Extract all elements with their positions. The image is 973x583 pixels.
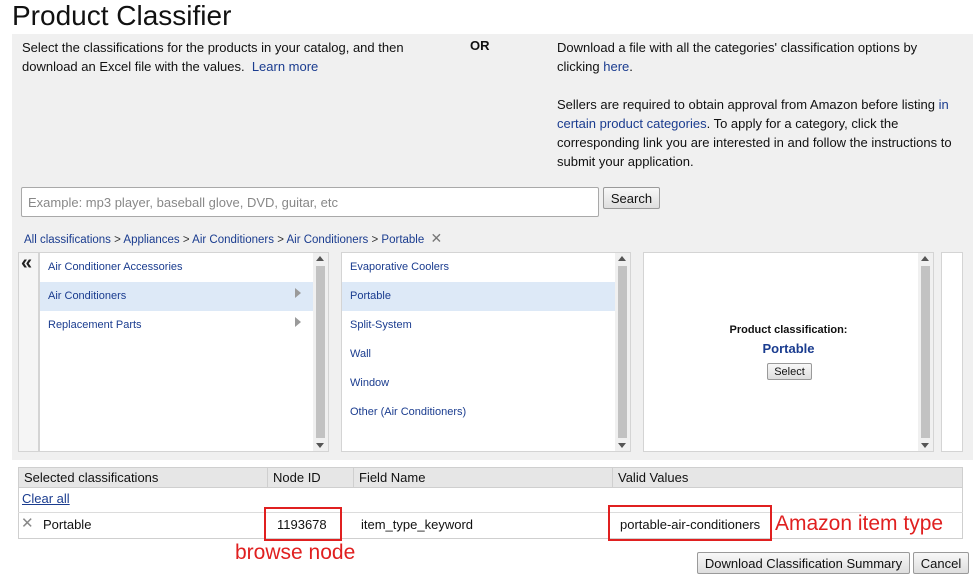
scroll-up-icon[interactable]: [618, 256, 626, 261]
scroll-up-icon[interactable]: [921, 256, 929, 261]
list-item-label: Air Conditioners: [48, 290, 127, 302]
expand-arrow-icon: [295, 317, 301, 327]
breadcrumb-separator: >: [277, 234, 284, 246]
select-button[interactable]: Select: [767, 363, 812, 380]
breadcrumb-portable[interactable]: Portable: [381, 234, 424, 246]
remove-row-icon[interactable]: ✕: [21, 514, 34, 532]
next-column: [941, 252, 963, 452]
approval-instructions: Sellers are required to obtain approval …: [557, 97, 935, 112]
breadcrumb-separator: >: [182, 234, 190, 246]
search-button[interactable]: Search: [603, 187, 660, 209]
cell-field-name: item_type_keyword: [361, 517, 473, 532]
list-item-replacement-parts[interactable]: Replacement Parts: [40, 311, 315, 340]
scroll-down-icon[interactable]: [921, 443, 929, 448]
intro-instructions: Select the classifications for the produ…: [22, 40, 404, 74]
list-item-other-air-conditioners[interactable]: Other (Air Conditioners): [342, 398, 617, 427]
list-item-label: Portable: [350, 290, 391, 302]
scroll-up-icon[interactable]: [316, 256, 324, 261]
double-chevron-left-icon[interactable]: «: [21, 251, 32, 275]
list-item-window[interactable]: Window: [342, 369, 617, 398]
breadcrumb-air-conditioners-sub[interactable]: Air Conditioners: [286, 234, 368, 246]
download-instructions-end: .: [629, 59, 633, 74]
breadcrumb: All classifications > Appliances > Air C…: [24, 229, 442, 249]
category-column-2: Evaporative Coolers Portable Split-Syste…: [341, 252, 631, 452]
breadcrumb-remove-icon[interactable]: ✕: [430, 230, 442, 246]
list-item-split-system[interactable]: Split-System: [342, 311, 617, 340]
list-item-wall[interactable]: Wall: [342, 340, 617, 369]
scrollbar-thumb[interactable]: [316, 266, 325, 438]
breadcrumb-separator: >: [371, 234, 379, 246]
list-item-label: Window: [350, 377, 390, 389]
download-classification-summary-button[interactable]: Download Classification Summary: [697, 552, 910, 574]
search-input[interactable]: [21, 187, 599, 217]
intro-left-text: Select the classifications for the produ…: [22, 38, 442, 76]
header-field-name: Field Name: [354, 468, 613, 488]
browse-node-annotation: browse node: [235, 541, 356, 564]
list-item-label: Replacement Parts: [48, 319, 142, 331]
expand-arrow-icon: [295, 288, 301, 298]
scroll-down-icon[interactable]: [316, 443, 324, 448]
approval-text: Sellers are required to obtain approval …: [557, 95, 957, 171]
product-classification-label: Product classification:: [729, 324, 848, 336]
scrollbar-thumb[interactable]: [618, 266, 627, 438]
category-column-1: Air Conditioner Accessories Air Conditio…: [39, 252, 329, 452]
list-item-air-conditioners[interactable]: Air Conditioners: [40, 282, 315, 311]
breadcrumb-air-conditioners[interactable]: Air Conditioners: [192, 234, 274, 246]
list-item-label: Other (Air Conditioners): [350, 406, 467, 418]
or-label: OR: [470, 38, 490, 53]
learn-more-link[interactable]: Learn more: [252, 59, 318, 74]
scrollbar[interactable]: [615, 253, 630, 451]
intro-download-text: Download a file with all the categories'…: [557, 38, 957, 76]
list-item-label: Split-System: [350, 319, 412, 331]
header-selected-classifications: Selected classifications: [19, 468, 268, 488]
scroll-down-icon[interactable]: [618, 443, 626, 448]
breadcrumb-appliances[interactable]: Appliances: [123, 234, 179, 246]
page-title: Product Classifier: [12, 0, 232, 31]
list-item-label: Wall: [350, 348, 371, 360]
node-id-highlight-box: [264, 507, 342, 541]
list-item-label: Evaporative Coolers: [350, 261, 450, 273]
scrollbar[interactable]: [313, 253, 328, 451]
product-classification-value: Portable: [762, 341, 815, 356]
here-link[interactable]: here: [603, 59, 629, 74]
list-item-portable[interactable]: Portable: [342, 282, 617, 311]
cancel-button[interactable]: Cancel: [913, 552, 969, 574]
header-node-id: Node ID: [268, 468, 354, 488]
valid-values-highlight-box: [608, 505, 772, 541]
header-valid-values: Valid Values: [613, 468, 962, 488]
collapse-column[interactable]: [18, 252, 39, 452]
breadcrumb-separator: >: [114, 234, 121, 246]
cell-classification: Portable: [43, 517, 92, 532]
list-item-air-conditioner-accessories[interactable]: Air Conditioner Accessories: [40, 253, 315, 282]
clear-all-link[interactable]: Clear all: [22, 491, 70, 506]
breadcrumb-all-classifications[interactable]: All classifications: [24, 234, 111, 246]
amazon-item-type-annotation: Amazon item type: [775, 512, 944, 535]
list-item-evaporative-coolers[interactable]: Evaporative Coolers: [342, 253, 617, 282]
list-item-label: Air Conditioner Accessories: [48, 261, 183, 273]
